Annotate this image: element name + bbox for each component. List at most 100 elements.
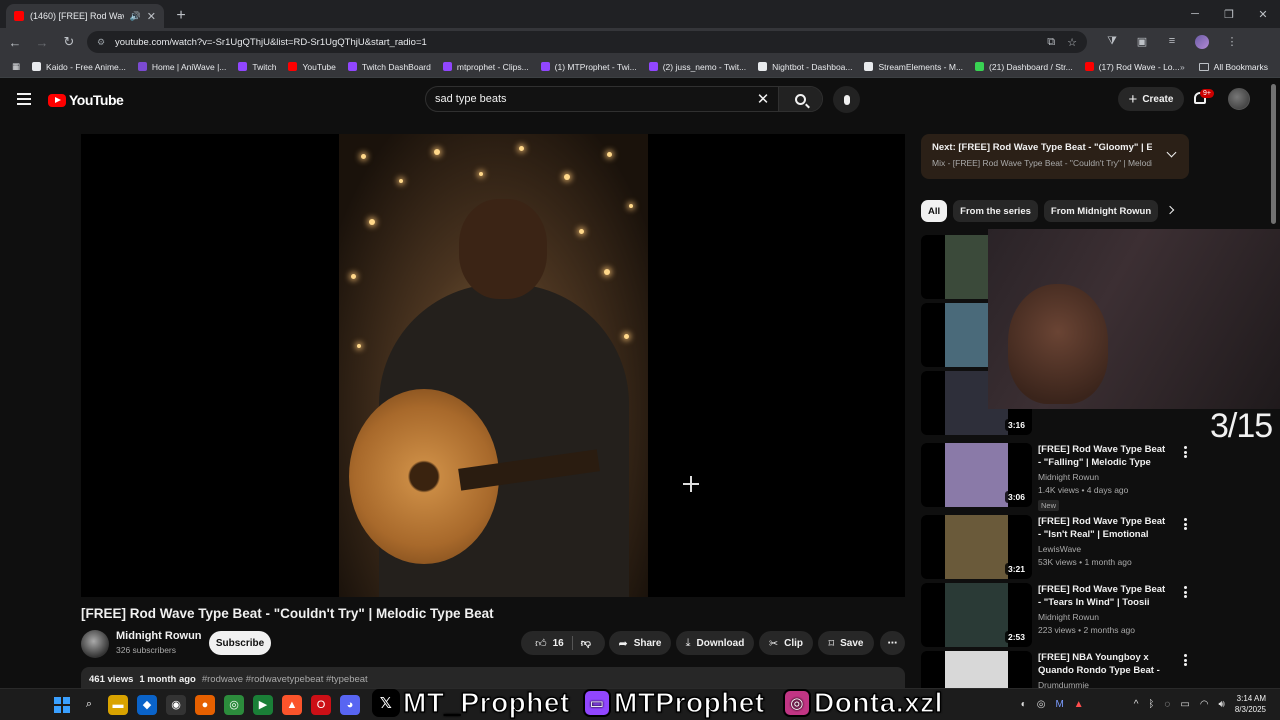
youtube-logo[interactable]: YouTube xyxy=(48,92,124,108)
clear-search-icon[interactable]: ✕ xyxy=(748,90,778,108)
chevron-right-icon[interactable] xyxy=(1165,205,1175,215)
install-app-icon[interactable]: ⧉ xyxy=(1047,36,1055,49)
bookmark-item[interactable]: (21) Dashboard / Str... xyxy=(975,62,1073,72)
description-box[interactable]: 461 views 1 month ago #rodwave #rodwavetyp… xyxy=(81,667,905,688)
bookmark-item[interactable]: (1) MTProphet - Twi... xyxy=(540,62,637,72)
speaker-icon[interactable]: 🔊 xyxy=(130,11,141,22)
search-icon[interactable]: ⌕ xyxy=(79,695,99,715)
bookmark-item[interactable]: (17) Rod Wave - Lo... xyxy=(1084,62,1180,72)
browser-tab-active[interactable]: (1460) [FREE] Rod Wave Type Beat - "Coul… xyxy=(6,4,164,28)
item-title[interactable]: [FREE] NBA Youngboy x Quando Rondo Type … xyxy=(1038,651,1170,677)
save-button[interactable]: ⌑ Save xyxy=(818,631,874,655)
chevron-down-icon[interactable] xyxy=(1166,147,1177,158)
tray-app-icon[interactable]: ◐ xyxy=(1021,699,1027,710)
bookmark-item[interactable]: Nightbot - Dashboa... xyxy=(758,62,852,72)
new-tab-button[interactable]: + xyxy=(170,5,192,27)
more-vertical-icon[interactable] xyxy=(1184,586,1187,598)
file-explorer-icon[interactable]: ▬ xyxy=(108,694,128,715)
opera-icon[interactable]: O xyxy=(311,694,331,715)
more-vertical-icon[interactable] xyxy=(1184,518,1187,530)
bookmark-star-icon[interactable]: ☆ xyxy=(1067,36,1077,49)
minimize-icon[interactable]: ─ xyxy=(1178,0,1212,28)
playlist-item[interactable]: 3:21 [FREE] Rod Wave Type Beat - "Isn't R… xyxy=(921,515,1189,579)
more-vertical-icon[interactable] xyxy=(1184,654,1187,666)
video-player[interactable] xyxy=(81,134,905,597)
browser-menu-icon[interactable]: ⋮ xyxy=(1217,35,1247,49)
wifi-icon[interactable]: ◠ xyxy=(1200,699,1209,710)
address-bar[interactable]: ⚙ youtube.com/watch?v=-Sr1UgQThjU&list=R… xyxy=(87,31,1087,53)
search-input[interactable]: sad type beats xyxy=(426,93,748,105)
bookmark-item[interactable]: Home | AniWave |... xyxy=(137,62,226,72)
filter-chip[interactable]: All xyxy=(921,200,948,222)
bookmark-item[interactable]: mtprophet - Clips... xyxy=(442,62,529,72)
obs-icon[interactable]: ◉ xyxy=(166,694,186,715)
close-window-icon[interactable]: ✕ xyxy=(1246,0,1280,28)
like-count[interactable]: 16 xyxy=(553,638,564,649)
download-button[interactable]: ⤓ Download xyxy=(676,631,754,655)
thumbs-down-icon[interactable]: 👎︎ xyxy=(581,637,591,649)
playlist-item[interactable]: [FREE] NBA Youngboy x Quando Rondo Type … xyxy=(921,651,1189,688)
bookmark-item[interactable]: (2) juss_nemo - Twit... xyxy=(648,62,746,72)
video-thumbnail[interactable] xyxy=(921,651,1032,688)
sidepanel-icon[interactable]: ▣ xyxy=(1127,35,1157,49)
hashtags[interactable]: #rodwave #rodwavetypebeat #typebeat xyxy=(202,674,368,685)
item-channel[interactable]: Drumdummie xyxy=(1038,680,1170,688)
bookmark-item[interactable]: StreamElements - M... xyxy=(864,62,963,72)
channel-name[interactable]: Midnight Rowun xyxy=(116,630,202,642)
profile-icon[interactable] xyxy=(1187,35,1217,49)
site-info-icon[interactable]: ⚙ xyxy=(97,37,107,47)
mix-playlist-header[interactable]: Next: [FREE] Rod Wave Type Beat - "Gloom… xyxy=(921,134,1189,179)
chrome-icon[interactable]: ◎ xyxy=(224,694,244,715)
brave-icon[interactable]: ▲ xyxy=(282,694,302,715)
subscribe-button[interactable]: Subscribe xyxy=(209,631,271,655)
menu-hamburger-icon[interactable] xyxy=(17,93,31,105)
playlist-item[interactable]: 3:06 [FREE] Rod Wave Type Beat - "Falling… xyxy=(921,443,1189,511)
bookmark-item[interactable]: Twitch DashBoard xyxy=(347,62,431,72)
bookmark-item[interactable]: Twitch xyxy=(238,62,276,72)
extensions-icon[interactable]: ⧩ xyxy=(1097,35,1127,49)
bluetooth-icon[interactable]: ᛒ xyxy=(1148,699,1154,710)
channel-avatar[interactable] xyxy=(81,630,109,658)
forward-arrow-icon[interactable]: → xyxy=(30,30,54,54)
play-app-icon[interactable]: ▶ xyxy=(253,694,273,715)
clock[interactable]: 3:14 AM 8/3/2025 xyxy=(1235,693,1266,715)
restore-icon[interactable]: ❐ xyxy=(1212,0,1246,28)
video-thumbnail[interactable]: 3:21 xyxy=(921,515,1032,579)
voice-search-button[interactable] xyxy=(833,86,860,113)
more-bookmarks-icon[interactable]: » xyxy=(1180,62,1185,72)
tray-app-icon[interactable]: M xyxy=(1055,699,1063,710)
more-actions-button[interactable]: ⋯ xyxy=(880,631,905,655)
playlist-item[interactable]: 2:53 [FREE] Rod Wave Type Beat - "Tears I… xyxy=(921,583,1189,647)
discord-icon[interactable]: ◕ xyxy=(340,694,360,715)
back-arrow-icon[interactable]: ← xyxy=(3,30,27,54)
create-button[interactable]: + Create xyxy=(1118,87,1184,111)
video-thumbnail[interactable]: 3:06 xyxy=(921,443,1032,507)
share-button[interactable]: ➦ Share xyxy=(609,631,671,655)
item-channel[interactable]: LewisWave xyxy=(1038,544,1170,554)
close-tab-icon[interactable]: ✕ xyxy=(147,10,156,23)
bookmark-item[interactable]: Kaido - Free Anime... xyxy=(32,62,126,72)
item-channel[interactable]: Midnight Rowun xyxy=(1038,612,1170,622)
item-title[interactable]: [FREE] Rod Wave Type Beat - "Tears In Wi… xyxy=(1038,583,1170,609)
tray-app-icon[interactable]: ▲ xyxy=(1074,699,1084,710)
apps-grid-icon[interactable]: ▦ xyxy=(12,61,20,72)
video-thumbnail[interactable]: 2:53 xyxy=(921,583,1032,647)
volume-icon[interactable]: 🔊︎ xyxy=(1219,699,1225,710)
display-icon[interactable]: ▭ xyxy=(1180,699,1189,710)
chevron-up-icon[interactable]: ^ xyxy=(1134,699,1139,710)
filter-chip[interactable]: From Midnight Rowun xyxy=(1043,200,1159,222)
filter-chip[interactable]: From the series xyxy=(953,200,1038,222)
item-title[interactable]: [FREE] Rod Wave Type Beat - "Falling" | … xyxy=(1038,443,1170,469)
thumbs-up-icon[interactable]: 👍︎ xyxy=(535,637,547,650)
item-title[interactable]: [FREE] Rod Wave Type Beat - "Isn't Real"… xyxy=(1038,515,1170,541)
item-channel[interactable]: Midnight Rowun xyxy=(1038,472,1170,482)
page-scrollbar[interactable] xyxy=(1271,84,1276,224)
account-avatar[interactable] xyxy=(1228,88,1250,110)
windows-start-icon[interactable] xyxy=(54,696,70,713)
media-controls-icon[interactable]: ≡ xyxy=(1157,35,1187,49)
clip-button[interactable]: ✂ Clip xyxy=(759,631,813,655)
firefox-icon[interactable]: ● xyxy=(195,694,215,715)
reload-icon[interactable]: ↻ xyxy=(57,30,81,54)
search-button[interactable] xyxy=(778,87,822,111)
all-bookmarks-button[interactable]: All Bookmarks xyxy=(1198,62,1268,72)
